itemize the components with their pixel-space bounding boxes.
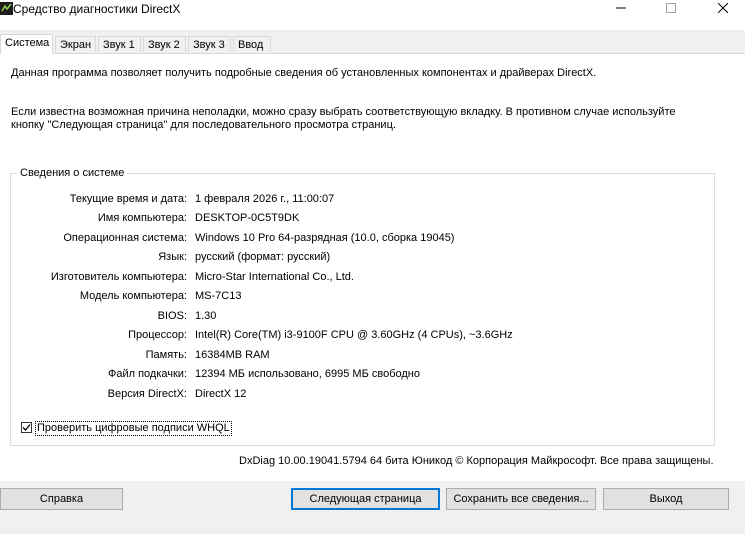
- row-value-memory: 16384MB RAM: [195, 349, 270, 361]
- exit-button[interactable]: Выход: [603, 488, 729, 510]
- row-value-computer-name: DESKTOP-0C5T9DK: [195, 212, 300, 224]
- next-page-button[interactable]: Следующая страница: [291, 488, 440, 510]
- minimize-button[interactable]: [598, 0, 644, 16]
- row-value-datetime: 1 февраля 2026 г., 11:00:07: [195, 193, 335, 205]
- system-info-title: Сведения о системе: [17, 167, 128, 179]
- tab-sound-1[interactable]: Звук 1: [98, 36, 141, 52]
- window-title: Средство диагностики DirectX: [13, 2, 181, 16]
- copyright-text: DxDiag 10.00.19041.5794 64 бита Юникод ©…: [239, 455, 714, 467]
- row-value-os: Windows 10 Pro 64-разрядная (10.0, сборк…: [195, 232, 455, 244]
- row-value-model: MS-7C13: [195, 290, 242, 302]
- whql-checkbox-label[interactable]: Проверить цифровые подписи WHQL: [35, 421, 232, 436]
- row-value-pagefile: 12394 МБ использовано, 6995 МБ свободно: [195, 368, 420, 380]
- row-label-pagefile: Файл подкачки:: [107, 368, 187, 380]
- row-label-os: Операционная система:: [63, 232, 187, 244]
- row-label-computer-name: Имя компьютера:: [97, 212, 187, 224]
- tab-display[interactable]: Экран: [55, 36, 96, 52]
- row-label-memory: Память:: [145, 349, 187, 361]
- whql-checkbox[interactable]: [21, 422, 32, 433]
- row-value-directx-version: DirectX 12: [195, 388, 247, 400]
- intro-hint-text: Если известна возможная причина неполадк…: [11, 106, 676, 131]
- tab-sound-2[interactable]: Звук 2: [143, 36, 186, 52]
- row-value-language: русский (формат: русский): [195, 251, 331, 263]
- row-label-language: Язык:: [158, 251, 187, 263]
- help-button[interactable]: Справка: [0, 488, 123, 510]
- row-label-processor: Процессор:: [128, 329, 187, 341]
- row-value-processor: Intel(R) Core(TM) i3-9100F CPU @ 3.60GHz…: [195, 329, 513, 341]
- row-label-manufacturer: Изготовитель компьютера:: [50, 271, 187, 283]
- row-label-model: Модель компьютера:: [79, 290, 187, 302]
- maximize-button[interactable]: [648, 0, 694, 16]
- close-button[interactable]: [700, 0, 745, 16]
- exit-button-label: Выход: [649, 493, 683, 505]
- intro-text: Данная программа позволяет получить подр…: [11, 67, 597, 79]
- minimize-icon: [616, 7, 626, 9]
- checkmark-icon: [22, 424, 31, 431]
- help-button-label: Справка: [39, 493, 84, 505]
- tab-strip: Система Экран Звук 1 Звук 2 Звук 3 Ввод: [0, 34, 745, 54]
- tab-input[interactable]: Ввод: [233, 36, 271, 52]
- row-value-manufacturer: Micro-Star International Co., Ltd.: [195, 271, 354, 283]
- row-label-datetime: Текущие время и дата:: [69, 193, 187, 205]
- close-icon: [718, 3, 728, 13]
- directx-app-icon: [0, 2, 13, 15]
- row-label-bios: BIOS:: [157, 310, 187, 322]
- row-label-directx-version: Версия DirectX:: [107, 388, 187, 400]
- save-all-button[interactable]: Сохранить все сведения...: [446, 488, 596, 510]
- save-all-button-label: Сохранить все сведения...: [453, 493, 589, 505]
- maximize-icon: [666, 3, 676, 13]
- title-bar[interactable]: Средство диагностики DirectX: [0, 0, 745, 30]
- row-value-bios: 1.30: [195, 310, 217, 322]
- tab-sound-3[interactable]: Звук 3: [188, 36, 231, 52]
- tab-system[interactable]: Система: [0, 34, 53, 54]
- next-page-button-label: Следующая страница: [309, 493, 422, 505]
